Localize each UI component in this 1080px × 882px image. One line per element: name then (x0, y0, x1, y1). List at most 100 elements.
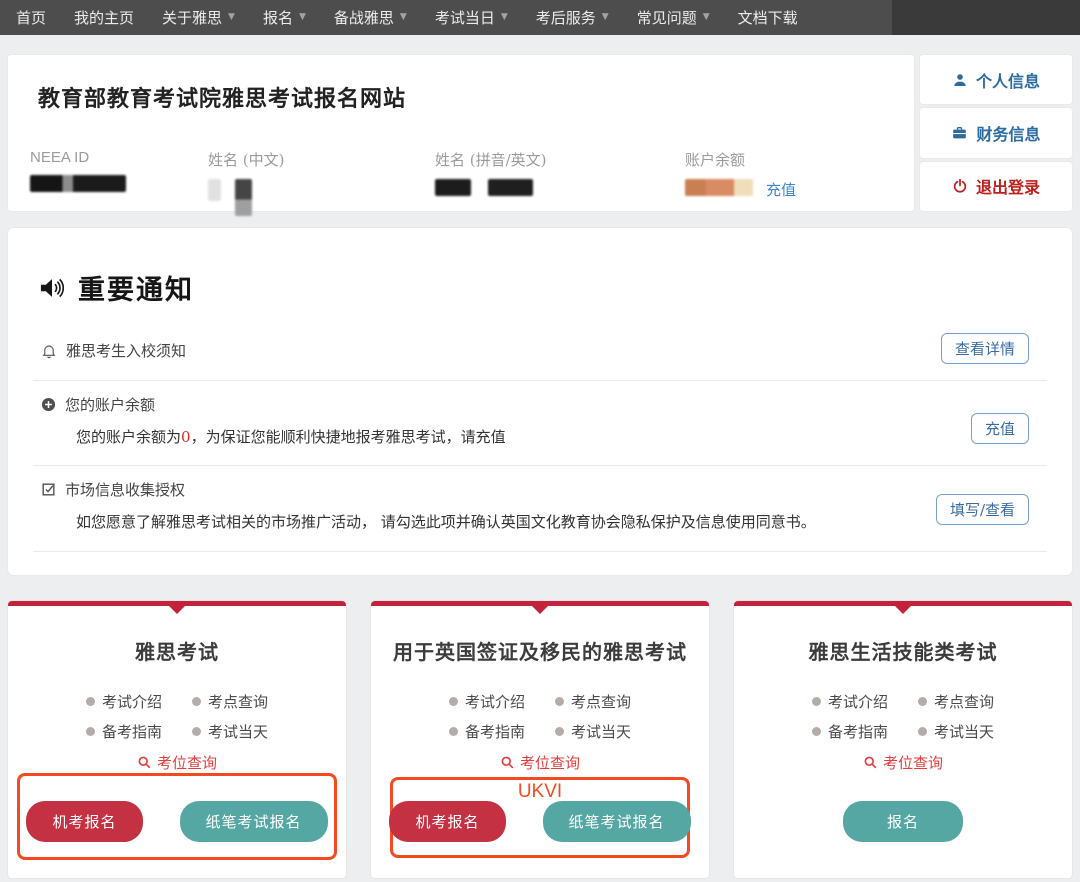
account-menu: 个人信息 财务信息 退出登录 (920, 55, 1072, 211)
link-test-centers[interactable]: 考点查询 (918, 691, 994, 712)
divider (33, 551, 1047, 552)
notice-title: 市场信息收集授权 (65, 479, 185, 500)
card-ielts-life-skills: 雅思生活技能类考试 考试介绍 考点查询 备考指南 考试当天 考位查询 报名 (734, 601, 1072, 878)
redacted-name-en (488, 179, 533, 196)
checkbox-icon (41, 482, 56, 497)
bullet-icon (812, 697, 821, 706)
header-row: 教育部教育考试院雅思考试报名网站 NEEA ID 姓名 (中文) 姓名 (拼音/… (8, 55, 1072, 211)
bullet-icon (918, 727, 927, 736)
paper-test-register-button[interactable]: 纸笔考试报名 (543, 801, 691, 842)
link-exam-day[interactable]: 考试当天 (555, 721, 631, 742)
bullet-icon (555, 697, 564, 706)
redacted-neea-id (30, 175, 126, 192)
link-exam-day[interactable]: 考试当天 (192, 721, 268, 742)
computer-test-register-button[interactable]: 机考报名 (26, 801, 142, 842)
site-header-card: 教育部教育考试院雅思考试报名网站 NEEA ID 姓名 (中文) 姓名 (拼音/… (8, 55, 914, 211)
recharge-link[interactable]: 充值 (766, 179, 796, 200)
field-neea-id: NEEA ID (30, 149, 208, 216)
card-ielts-ukvi: 用于英国签证及移民的雅思考试 考试介绍 考点查询 备考指南 考试当天 考位查询 … (371, 601, 709, 878)
bullet-icon (918, 697, 927, 706)
field-name-cn: 姓名 (中文) (208, 149, 435, 216)
card-title: 用于英国签证及移民的雅思考试 (371, 636, 709, 665)
link-exam-intro[interactable]: 考试介绍 (86, 691, 162, 712)
bullet-icon (555, 727, 564, 736)
register-button[interactable]: 报名 (843, 801, 963, 842)
card-ielts: 雅思考试 考试介绍 考点查询 备考指南 考试当天 考位查询 机考报名 纸笔考试报… (8, 601, 346, 878)
chevron-down-icon: ▼ (228, 13, 235, 22)
nav-item-exam-day[interactable]: 考试当日▼ (421, 0, 522, 35)
notice-rows: 雅思考生入校须知 查看详情 您的账户余额 您的账户余额为0，为保证您能顺利快捷地… (33, 327, 1047, 552)
redacted-name-cn (235, 179, 252, 216)
consent-message: 如您愿意了解雅思考试相关的市场推广活动， 请勾选此项并确认英国文化教育协会隐私保… (33, 510, 913, 536)
user-icon (952, 72, 968, 88)
bullet-icon (86, 727, 95, 736)
redacted-name-cn (208, 179, 221, 201)
chevron-down-icon: ▼ (400, 13, 407, 22)
nav-item-register[interactable]: 报名▼ (249, 0, 320, 35)
link-exam-intro[interactable]: 考试介绍 (449, 691, 525, 712)
plus-circle-icon (41, 397, 56, 412)
seat-query-link[interactable]: 考位查询 (8, 752, 346, 773)
nav-item-prepare[interactable]: 备战雅思▼ (320, 0, 421, 35)
nav-item-about-ielts[interactable]: 关于雅思▼ (148, 0, 249, 35)
balance-zero: 0 (181, 428, 191, 446)
search-icon (137, 755, 152, 770)
recharge-button[interactable]: 充值 (971, 413, 1029, 444)
notice-title: 您的账户余额 (65, 394, 155, 415)
link-prep-guide[interactable]: 备考指南 (812, 721, 888, 742)
link-test-centers[interactable]: 考点查询 (555, 691, 631, 712)
notice-row-marketing-consent: 市场信息收集授权 如您愿意了解雅思考试相关的市场推广活动， 请勾选此项并确认英国… (33, 466, 1047, 552)
nav-item-my-home[interactable]: 我的主页 (60, 0, 148, 35)
chevron-down-icon: ▼ (703, 13, 710, 22)
card-links: 考试介绍 考点查询 备考指南 考试当天 (8, 691, 346, 742)
chevron-down-icon: ▼ (299, 13, 306, 22)
search-icon (863, 755, 878, 770)
balance-message: 您的账户余额为0，为保证您能顺利快捷地报考雅思考试，请充值 (33, 425, 1047, 451)
field-balance: 账户余额 充值 (685, 149, 914, 216)
card-accent-bar (8, 601, 346, 606)
bullet-icon (192, 727, 201, 736)
card-title: 雅思考试 (8, 636, 346, 665)
notice-row-balance: 您的账户余额 您的账户余额为0，为保证您能顺利快捷地报考雅思考试，请充值 充值 (33, 381, 1047, 465)
link-exam-day[interactable]: 考试当天 (918, 721, 994, 742)
link-prep-guide[interactable]: 备考指南 (86, 721, 162, 742)
notice-row-entry-rules: 雅思考生入校须知 查看详情 (33, 327, 1047, 380)
link-exam-intro[interactable]: 考试介绍 (812, 691, 888, 712)
computer-test-register-button[interactable]: 机考报名 (389, 801, 505, 842)
exam-cards-row: 雅思考试 考试介绍 考点查询 备考指南 考试当天 考位查询 机考报名 纸笔考试报… (8, 601, 1072, 878)
logout-button[interactable]: 退出登录 (920, 162, 1072, 211)
chevron-down-icon: ▼ (501, 13, 508, 22)
power-icon (952, 178, 968, 194)
bullet-icon (449, 697, 458, 706)
personal-info-button[interactable]: 个人信息 (920, 55, 1072, 104)
card-accent-bar (734, 601, 1072, 606)
nav-item-faq[interactable]: 常见问题▼ (623, 0, 724, 35)
finance-info-button[interactable]: 财务信息 (920, 108, 1072, 157)
seat-query-link[interactable]: 考位查询 (734, 752, 1072, 773)
search-icon (500, 755, 515, 770)
view-details-button[interactable]: 查看详情 (941, 333, 1029, 364)
card-links: 考试介绍 考点查询 备考指南 考试当天 (734, 691, 1072, 742)
link-prep-guide[interactable]: 备考指南 (449, 721, 525, 742)
top-nav: 首页 我的主页 关于雅思▼ 报名▼ 备战雅思▼ 考试当日▼ 考后服务▼ 常见问题… (0, 0, 1080, 35)
chevron-down-icon: ▼ (602, 13, 609, 22)
seat-query-link[interactable]: 考位查询 (371, 752, 709, 773)
nav-item-downloads[interactable]: 文档下载 (724, 0, 812, 35)
notice-heading: 重要通知 (38, 268, 1047, 307)
link-test-centers[interactable]: 考点查询 (192, 691, 268, 712)
fill-view-button[interactable]: 填写/查看 (936, 494, 1029, 525)
nav-item-home[interactable]: 首页 (2, 0, 60, 35)
speaker-icon (38, 274, 66, 302)
top-nav-menu: 首页 我的主页 关于雅思▼ 报名▼ 备战雅思▼ 考试当日▼ 考后服务▼ 常见问题… (0, 0, 892, 35)
notice-title: 雅思考生入校须知 (66, 340, 186, 361)
redacted-balance (685, 179, 753, 196)
bullet-icon (192, 697, 201, 706)
field-name-en: 姓名 (拼音/英文) (435, 149, 685, 216)
bullet-icon (812, 727, 821, 736)
card-links: 考试介绍 考点查询 备考指南 考试当天 (371, 691, 709, 742)
user-info-fields: NEEA ID 姓名 (中文) 姓名 (拼音/英文) 账户余额 (30, 149, 914, 216)
nav-item-after-exam[interactable]: 考后服务▼ (522, 0, 623, 35)
briefcase-icon (951, 125, 968, 141)
paper-test-register-button[interactable]: 纸笔考试报名 (180, 801, 328, 842)
card-accent-bar (371, 601, 709, 606)
